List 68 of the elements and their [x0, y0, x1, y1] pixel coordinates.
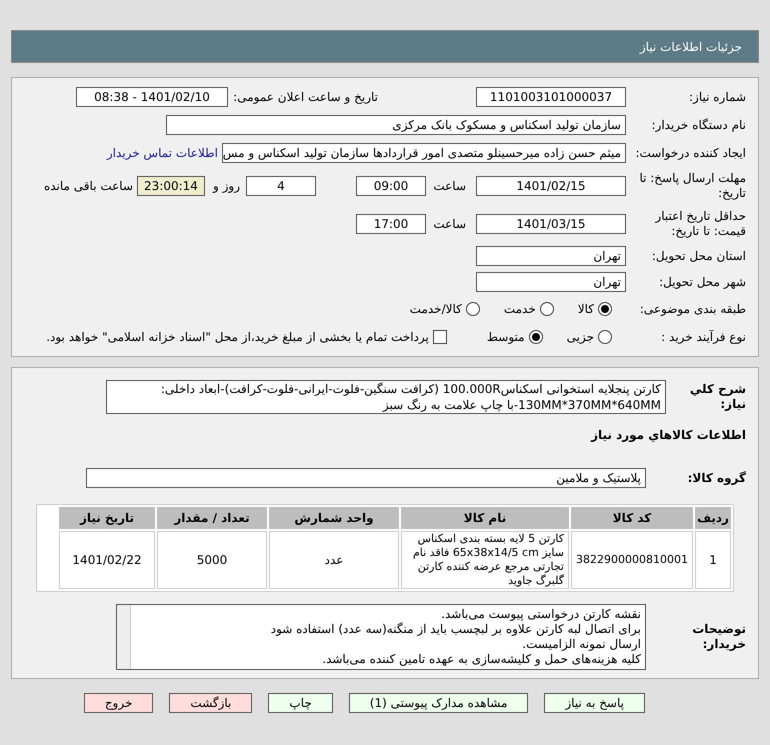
- section-heading: اطلاعات کالاهاي مورد نياز: [590, 427, 746, 444]
- value-field: 1401/03/15: [476, 214, 626, 234]
- field-label: گروه کالا:: [686, 470, 746, 486]
- field-label: ساعت باقی مانده: [44, 178, 133, 195]
- field-label: تاریخ و ساعت اعلان عمومی:: [232, 90, 378, 104]
- column-header: نام کالا: [401, 507, 569, 529]
- value-field: 4: [246, 176, 316, 196]
- field-label: شرح کلي نياز:: [688, 382, 746, 412]
- radio-button[interactable]: [540, 302, 554, 316]
- checkbox[interactable]: [432, 330, 447, 344]
- field-label: نام دستگاه خریدار:: [650, 118, 746, 132]
- radio-label: کالا: [578, 301, 594, 318]
- value-field: تهران: [476, 272, 626, 292]
- field-label: ساعت: [432, 216, 466, 232]
- action-button[interactable]: چاپ: [268, 693, 333, 713]
- radio-label: متوسط: [486, 329, 525, 346]
- contact-link[interactable]: اطلاعات تماس خریدار: [106, 144, 218, 162]
- radio-button[interactable]: [528, 330, 543, 344]
- radio-label: خدمت: [504, 301, 536, 318]
- column-header: تاریخ نیاز: [59, 507, 155, 529]
- radio-button[interactable]: [598, 302, 612, 316]
- value-field: 1101003101000037: [476, 87, 626, 107]
- radio-button[interactable]: [466, 302, 480, 316]
- column-header: واحد شمارش: [269, 507, 399, 529]
- notes-line: نقشه کارتن درخواستی پیوست می‌باشد.: [440, 607, 641, 622]
- field-label: مهلت ارسال پاسخ: تا تاریخ:: [638, 171, 746, 201]
- table-cell: 1: [695, 531, 731, 589]
- field-label: نوع فرآیند خرید :: [660, 330, 746, 344]
- checkbox-label: پرداخت تمام یا بخشی از مبلغ خرید،از محل "اسناد خزانه اسلامی" خواهد بود.: [46, 329, 429, 346]
- action-button[interactable]: مشاهده مدارک پیوستی (1): [348, 693, 528, 713]
- table-cell: 5000: [157, 531, 267, 589]
- radio-label: کالا/خدمت: [410, 301, 462, 318]
- notes-line: برای اتصال لبه کارتن علاوه بر لبچسب باید از منگنه(سه عدد) استفاده شود: [270, 622, 641, 637]
- value-field: پلاستیک و ملامین: [86, 468, 646, 488]
- radio-label: جزیی: [566, 329, 594, 346]
- table-cell: عدد: [269, 531, 399, 589]
- value-field: تهران: [476, 246, 626, 266]
- action-button[interactable]: خروج: [84, 693, 154, 713]
- field-label: شهر محل تحویل:: [658, 274, 746, 290]
- field-label: طبقه بندی موضوعی:: [638, 302, 746, 316]
- value-field: سازمان تولید اسکناس و مسکوک بانک مرکزی: [166, 115, 626, 135]
- countdown-field: 23:00:14: [137, 176, 205, 196]
- column-header: تعداد / مقدار: [157, 507, 267, 529]
- table-cell: 1401/02/22: [59, 531, 155, 589]
- column-header: ردیف: [695, 507, 731, 529]
- notes-line: ارسال نمونه الزامیست.: [521, 637, 641, 652]
- action-button[interactable]: بازگشت: [169, 693, 252, 713]
- value-field: 1401/02/10 - 08:38: [76, 87, 228, 107]
- field-label: شماره نیاز:: [688, 90, 746, 104]
- scrollbar[interactable]: [117, 605, 131, 669]
- field-label: ایجاد کننده درخواست:: [634, 146, 746, 160]
- table-cell: 3822900000810001: [571, 531, 693, 589]
- action-button[interactable]: پاسخ به نیاز: [544, 693, 645, 713]
- value-field: 09:00: [356, 176, 426, 196]
- radio-button[interactable]: [598, 330, 612, 344]
- page-title: جزئیات اطلاعات نیاز: [640, 38, 742, 56]
- field-label: توضیحات خریدار:: [691, 622, 746, 652]
- field-label: حداقل تاریخ اعتبار قیمت: تا تاریخ:: [654, 209, 746, 239]
- notes-line: کلیه هزینه‌های حمل و کلیشه‌سازی به عهده تامین کننده می‌باشد.: [321, 652, 641, 667]
- field-label: روز و: [213, 178, 240, 195]
- column-header: کد کالا: [571, 507, 693, 529]
- field-label: ساعت: [432, 178, 466, 194]
- table-cell: کارتن 5 لایه بسته بندی اسکناس سایز 65x38x14/5 cm فاقد نام تجارتی مرجع عرضه کننده کارتن گلبرگ جاوید: [401, 531, 569, 589]
- field-label: استان محل تحویل:: [650, 248, 746, 264]
- value-field: میثم حسن زاده میرحسینلو متصدی امور قراردادها سازمان تولید اسکناس و مس: [222, 143, 626, 163]
- value-field: 1401/02/15: [476, 176, 626, 196]
- description-field: کارتن پنجلایه استخوانی اسکناس100.000R (کرافت سنگین-فلوت-ایرانی-فلوت-کرافت)-ابعاد داخلی: 130MM*370MM*640MM-با چاپ علامت به رنگ سبز: [106, 380, 666, 414]
- value-field: 17:00: [356, 214, 426, 234]
